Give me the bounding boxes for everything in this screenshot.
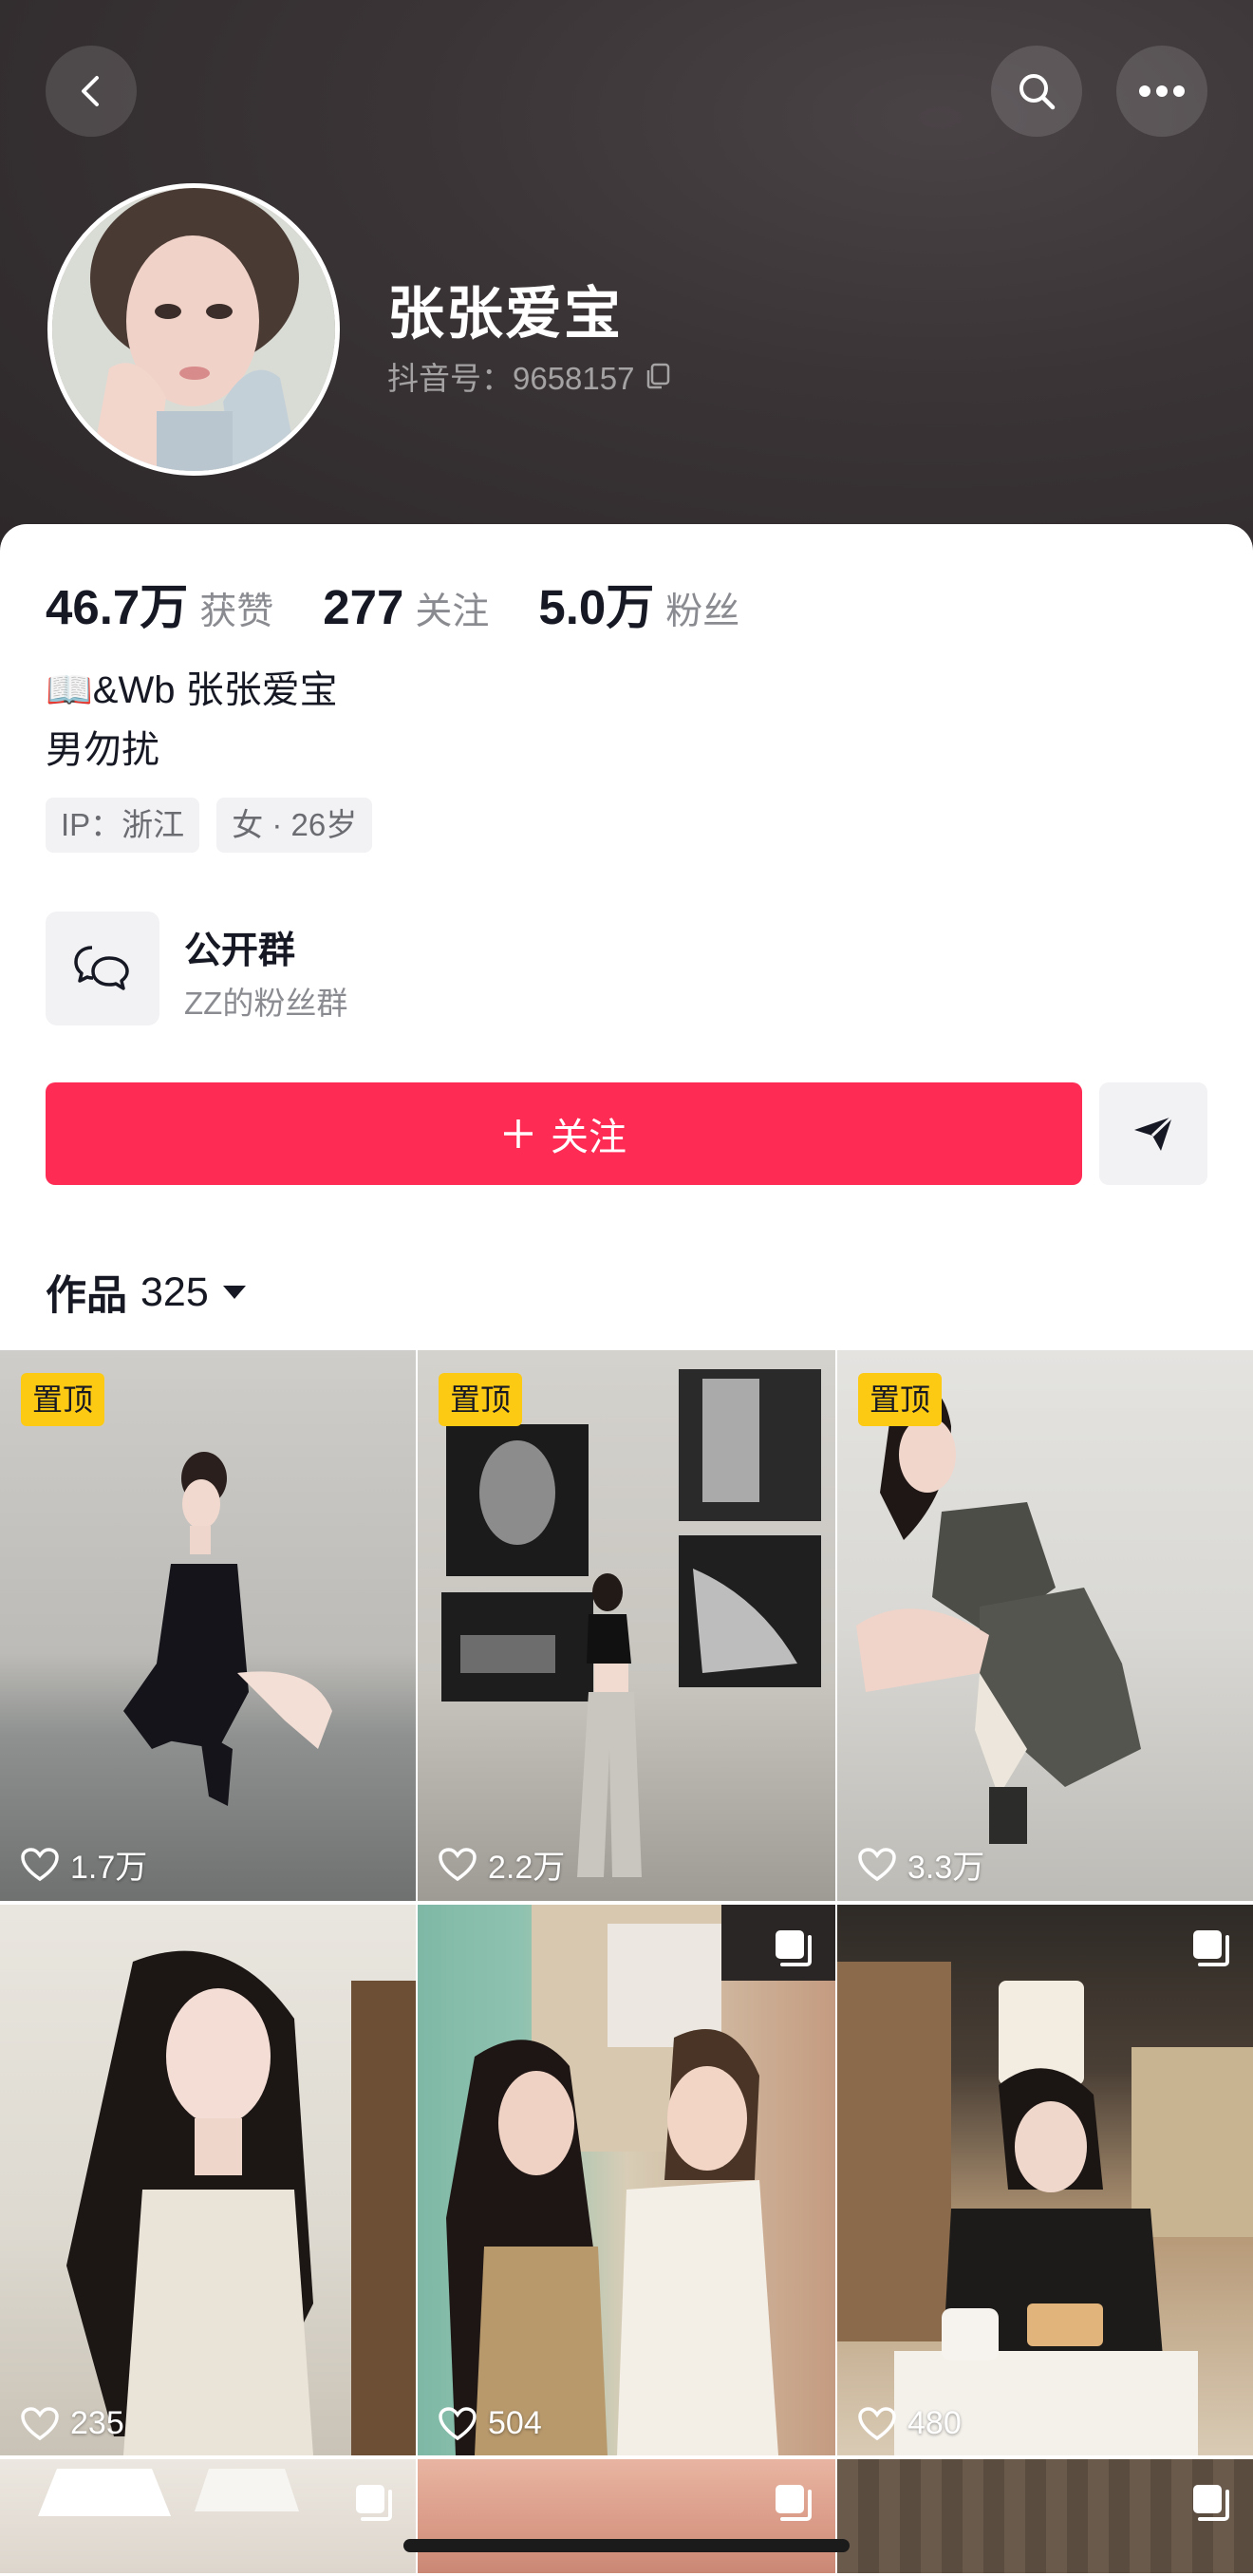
- video-thumbnail: [446, 1905, 835, 2455]
- douyin-id-text: 抖音号：9658157: [387, 361, 635, 396]
- pinned-badge: 置顶: [858, 1373, 943, 1426]
- heart-icon: [21, 1847, 59, 1881]
- like-count-text: 3.3万: [907, 1850, 985, 1886]
- follow-label: 关注: [551, 1117, 626, 1158]
- group-title: 公开群: [184, 931, 296, 971]
- followers-label[interactable]: 粉丝: [665, 582, 739, 635]
- followers-count[interactable]: 5.0万: [538, 568, 654, 638]
- video-tile[interactable]: 置顶 2.2万: [418, 1350, 835, 1901]
- bio-line-2: 男勿扰: [46, 729, 159, 771]
- video-tile[interactable]: [418, 2459, 835, 2573]
- like-count-text: 2.2万: [488, 1850, 566, 1886]
- like-count: 235: [21, 2405, 124, 2442]
- following-label[interactable]: 关注: [415, 582, 489, 635]
- video-thumbnail: [123, 1452, 332, 1806]
- like-count-text: 1.7万: [70, 1850, 148, 1886]
- follow-button[interactable]: 关注: [46, 1082, 1082, 1185]
- ip-location-tag: IP：浙江: [46, 798, 200, 853]
- heart-icon: [858, 1847, 896, 1881]
- video-thumbnail: [837, 1962, 1253, 2455]
- heart-icon: [439, 1847, 477, 1881]
- video-tile[interactable]: 235: [0, 1905, 416, 2455]
- like-count-text: 504: [488, 2405, 542, 2441]
- video-tile[interactable]: 置顶 1.7万: [0, 1350, 416, 1901]
- video-tile[interactable]: 504: [418, 1905, 835, 2455]
- pinned-badge: 置顶: [439, 1373, 523, 1426]
- following-count[interactable]: 277: [323, 579, 403, 635]
- avatar[interactable]: [47, 183, 340, 476]
- works-tab[interactable]: 作品 325: [46, 1263, 247, 1322]
- multi-image-icon: [776, 2485, 812, 2521]
- likes-label[interactable]: 获赞: [199, 582, 273, 635]
- video-tile[interactable]: [0, 2459, 416, 2573]
- more-icon: [1139, 85, 1185, 97]
- multi-image-icon: [1193, 1930, 1229, 1966]
- heart-icon: [858, 2406, 896, 2440]
- works-grid: 置顶 1.7万 置顶 2.2万 置顶 3.3万 235 504 480: [0, 1350, 1253, 2573]
- bio: 📖&Wb 张张爱宝 男勿扰: [46, 661, 338, 780]
- video-thumbnail: [856, 1383, 1141, 1844]
- video-thumbnail: [441, 1369, 821, 1877]
- likes-count[interactable]: 46.7万: [46, 568, 188, 638]
- copy-icon[interactable]: [644, 362, 672, 390]
- plus-icon: [504, 1119, 533, 1148]
- public-group-entry[interactable]: 公开群 ZZ的粉丝群: [46, 912, 710, 1025]
- send-message-button[interactable]: [1099, 1082, 1207, 1185]
- caret-down-icon: [222, 1286, 246, 1299]
- gender-age-tag: 女 · 26岁: [216, 798, 373, 853]
- back-icon: [82, 76, 99, 106]
- pinned-badge: 置顶: [21, 1373, 105, 1426]
- video-tile[interactable]: 480: [837, 1905, 1253, 2455]
- like-count: 504: [439, 2405, 542, 2442]
- video-thumbnail: [66, 1950, 416, 2455]
- avatar-photo: [52, 188, 335, 471]
- group-chat-icon: [46, 912, 159, 1025]
- like-count-text: 235: [70, 2405, 124, 2441]
- profile-tags: IP：浙江 女 · 26岁: [46, 798, 373, 853]
- works-label: 作品: [46, 1273, 127, 1319]
- multi-image-icon: [356, 2485, 392, 2521]
- send-icon: [1134, 1115, 1174, 1151]
- more-button[interactable]: [1116, 46, 1207, 137]
- douyin-id[interactable]: 抖音号：9658157: [387, 353, 672, 399]
- like-count: 480: [858, 2405, 962, 2442]
- multi-image-icon: [1193, 2485, 1229, 2521]
- like-count: 3.3万: [858, 1841, 984, 1888]
- username: 张张爱宝: [387, 282, 623, 346]
- home-indicator[interactable]: [403, 2539, 850, 2552]
- search-icon: [1019, 74, 1056, 110]
- multi-image-icon: [776, 1930, 812, 1966]
- works-count: 325: [140, 1269, 209, 1315]
- group-subtitle: ZZ的粉丝群: [184, 986, 348, 1021]
- search-button[interactable]: [991, 46, 1082, 137]
- back-button[interactable]: [46, 46, 137, 137]
- bio-line-1: 📖&Wb 张张爱宝: [46, 669, 338, 711]
- video-tile[interactable]: [837, 2459, 1253, 2573]
- like-count: 2.2万: [439, 1841, 565, 1888]
- heart-icon: [21, 2406, 59, 2440]
- video-tile[interactable]: 置顶 3.3万: [837, 1350, 1253, 1901]
- profile-header: 张张爱宝 抖音号：9658157: [0, 0, 1253, 589]
- like-count-text: 480: [907, 2405, 962, 2441]
- like-count: 1.7万: [21, 1841, 147, 1888]
- stats-row: 46.7万 获赞 277 关注 5.0万 粉丝: [46, 568, 789, 638]
- heart-icon: [439, 2406, 477, 2440]
